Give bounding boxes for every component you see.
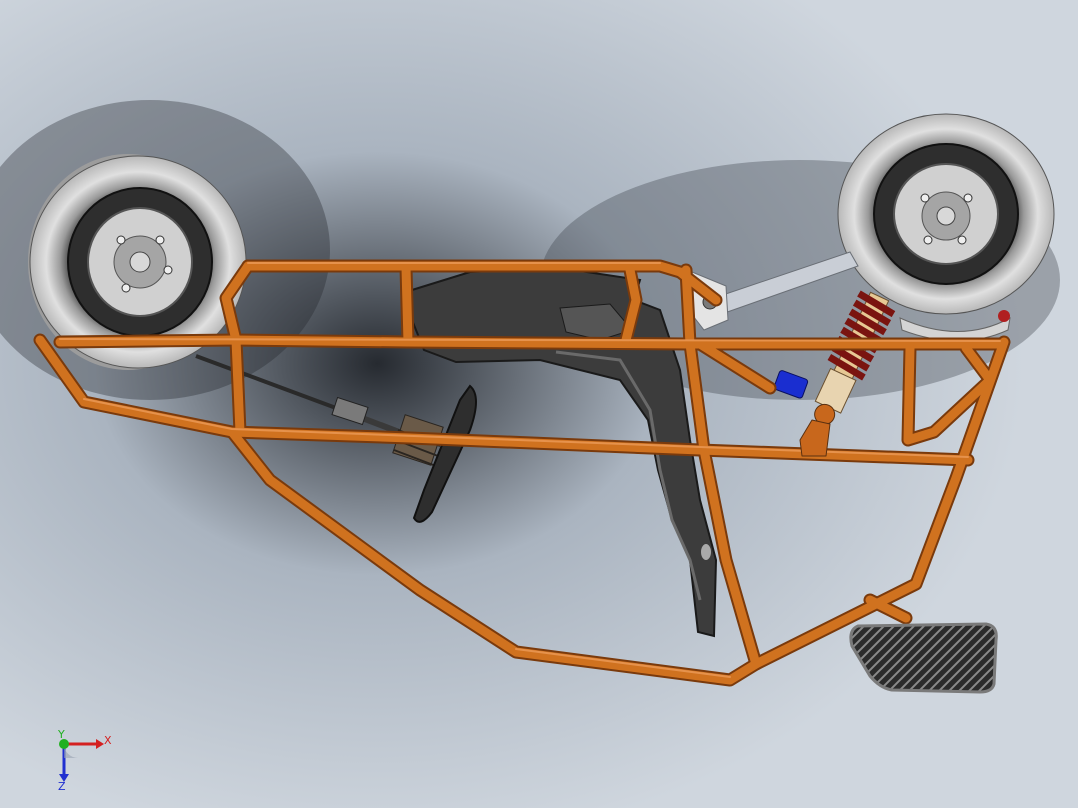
y-axis-label: Y xyxy=(57,728,65,741)
x-axis-label: X xyxy=(104,734,112,747)
cad-viewport[interactable]: X Y Z xyxy=(0,0,1078,808)
right-wheel[interactable] xyxy=(837,113,1055,315)
model-scene[interactable]: X Y Z xyxy=(0,0,1078,808)
z-axis-label: Z xyxy=(58,780,66,793)
